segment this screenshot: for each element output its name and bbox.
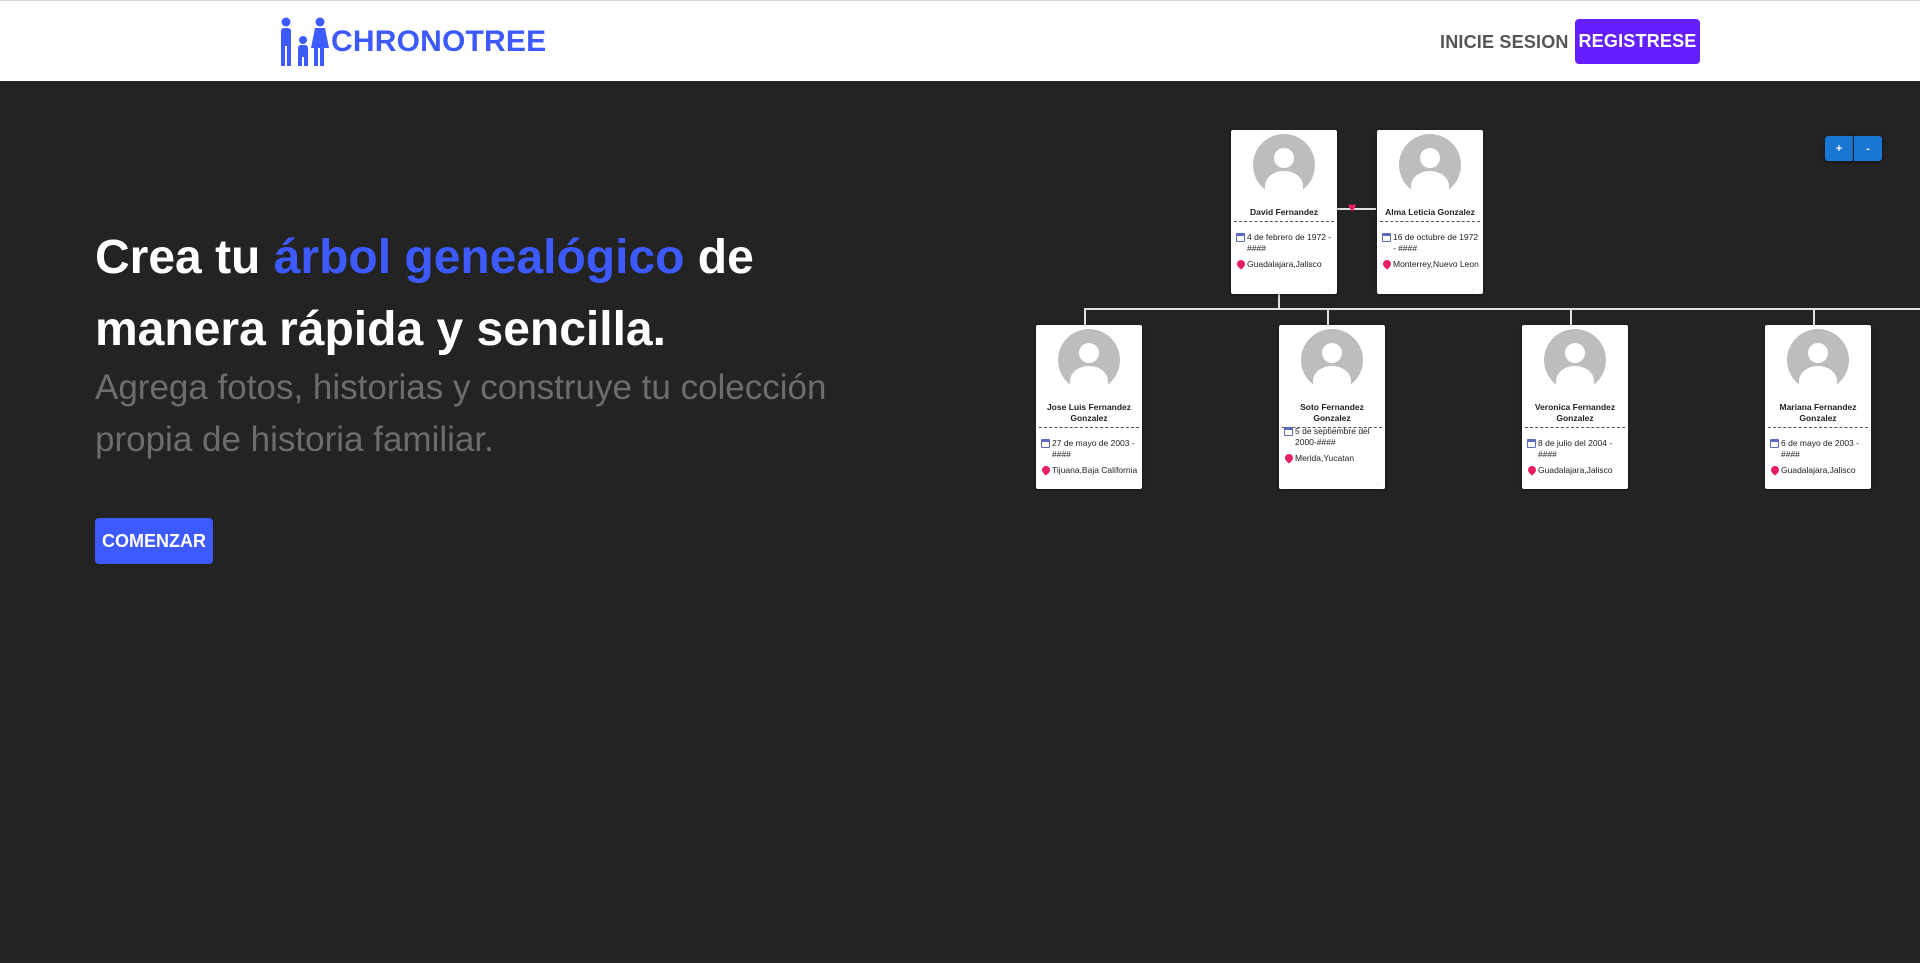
hero-title-accent: árbol genealógico [273,231,685,284]
location-pin-icon [1235,258,1247,270]
zoom-in-button[interactable]: + [1825,136,1853,161]
person-place: Guadalajara,Jalisco [1538,465,1613,475]
person-place: Guadalajara,Jalisco [1247,259,1322,269]
start-button[interactable]: COMENZAR [95,518,213,564]
avatar-icon [1058,329,1120,391]
calendar-icon [1770,439,1779,448]
location-pin-icon [1283,452,1295,464]
person-name: Veronica Fernandez Gonzalez [1525,402,1625,428]
avatar-icon [1787,329,1849,391]
calendar-icon [1236,233,1245,242]
person-date: 6 de mayo de 2003 - #### [1781,438,1859,459]
children-horizontal-line [1084,308,1920,310]
person-card[interactable]: Mariana Fernandez Gonzalez 6 de mayo de … [1765,325,1871,489]
brand-name: CHRONOTREE [331,25,547,58]
person-date: 4 de febrero de 1972 - #### [1247,232,1332,253]
calendar-icon [1527,439,1536,448]
heart-icon: ♥ [1348,199,1357,215]
login-link[interactable]: INICIE SESION [1440,32,1569,53]
calendar-icon [1041,439,1050,448]
brand-logo[interactable]: CHRONOTREE [277,16,546,68]
person-date: 8 de julio del 2004 - #### [1538,438,1613,459]
person-card[interactable]: Alma Leticia Gonzalez 16 de octubre de 1… [1377,130,1483,294]
person-place: Merida,Yucatan [1295,453,1355,463]
card-menu-icon[interactable]: ... [1326,286,1331,292]
child-connector-line [1327,308,1329,325]
avatar-icon [1399,134,1461,196]
location-pin-icon [1526,464,1538,476]
register-button[interactable]: REGISTRESE [1575,19,1700,64]
child-connector-line [1570,308,1572,325]
hero-title-part1: Crea tu [95,231,274,284]
person-name: Jose Luis Fernandez Gonzalez [1039,402,1139,428]
hero-subtitle: Agrega fotos, historias y construye tu c… [95,368,827,459]
person-card[interactable]: Soto Fernandez Gonzalez 5 de septiembre … [1279,325,1385,489]
person-card[interactable]: Veronica Fernandez Gonzalez 8 de julio d… [1522,325,1628,489]
navbar: CHRONOTREE INICIE SESION REGISTRESE [0,0,1920,81]
parent-to-children-line [1278,294,1280,308]
calendar-icon [1382,233,1391,242]
card-menu-icon[interactable]: ... [1374,481,1379,487]
avatar-icon [1544,329,1606,391]
avatar-icon [1301,329,1363,391]
person-name: Mariana Fernandez Gonzalez [1768,402,1868,428]
child-connector-line [1084,308,1086,325]
card-menu-icon[interactable]: ... [1472,286,1477,292]
person-card[interactable]: David Fernandez 4 de febrero de 1972 - #… [1231,130,1337,294]
person-date: 27 de mayo de 2003 - #### [1052,438,1135,459]
person-date: 5 de septiembre del 2000-#### [1295,426,1370,447]
zoom-out-button[interactable]: - [1854,136,1882,161]
person-date: 16 de octubre de 1972 - #### [1393,232,1479,253]
location-pin-icon [1040,464,1052,476]
zoom-controls: + - [1825,136,1882,161]
location-pin-icon [1769,464,1781,476]
person-name: Soto Fernandez Gonzalez [1282,402,1382,428]
person-place: Guadalajara,Jalisco [1781,465,1856,475]
person-place: Tijuana,Baja California [1052,465,1138,475]
child-connector-line [1813,308,1815,325]
person-name: Alma Leticia Gonzalez [1380,207,1480,222]
family-logo-icon [281,17,329,66]
location-pin-icon [1381,258,1393,270]
person-card[interactable]: Jose Luis Fernandez Gonzalez 27 de mayo … [1036,325,1142,489]
hero-section: Crea tu árbol genealógico de manera rápi… [95,222,915,466]
person-place: Monterrey,Nuevo Leon [1393,259,1479,269]
hero-title: Crea tu árbol genealógico de manera rápi… [95,222,915,366]
avatar-icon [1253,134,1315,196]
calendar-icon [1284,427,1293,436]
person-name: David Fernandez [1234,207,1334,222]
